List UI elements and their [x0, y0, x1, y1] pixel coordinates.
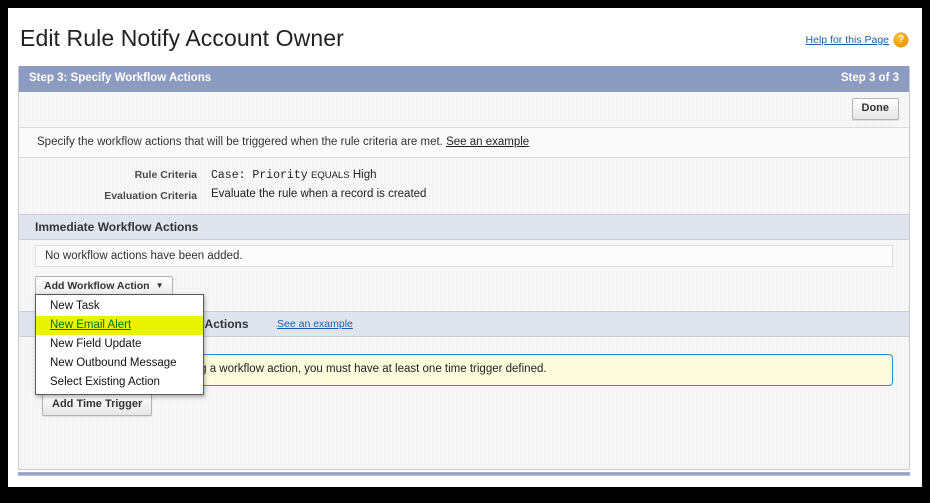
menu-item-new-task[interactable]: New Task	[36, 297, 203, 316]
evaluation-criteria-value: Evaluate the rule when a record is creat…	[211, 188, 427, 200]
evaluation-criteria-row: Evaluation Criteria Evaluate the rule wh…	[19, 187, 909, 208]
done-button[interactable]: Done	[851, 98, 899, 120]
salesforce-page: Edit Rule Notify Account Owner Help for …	[8, 8, 922, 487]
criteria-operator: EQUALS	[310, 170, 350, 181]
page-title: Edit Rule Notify Account Owner	[20, 25, 344, 51]
chevron-down-icon: ▼	[155, 281, 164, 290]
step-counter: Step 3 of 3	[840, 72, 899, 84]
instruction-row: Specify the workflow actions that will b…	[19, 127, 909, 158]
evaluation-criteria-label: Evaluation Criteria	[104, 190, 197, 202]
rule-criteria-value: Case: Priority EQUALS High	[211, 167, 377, 182]
step-title: Step 3: Specify Workflow Actions	[29, 72, 212, 84]
workflow-rule-panel: Step 3: Specify Workflow Actions Step 3 …	[18, 66, 910, 470]
see-an-example-link-time[interactable]: See an example	[277, 318, 353, 330]
help-for-this-page-link[interactable]: Help for this Page	[806, 34, 889, 46]
step-bar: Step 3: Specify Workflow Actions Step 3 …	[19, 66, 909, 92]
question-mark-icon[interactable]: ?	[894, 33, 908, 47]
add-time-trigger-button[interactable]: Add Time Trigger	[42, 394, 153, 416]
see-an-example-link-immediate[interactable]: See an example	[446, 136, 529, 148]
add-workflow-action-label: Add Workflow Action	[44, 280, 150, 292]
bottom-divider	[18, 472, 910, 476]
menu-item-new-field-update[interactable]: New Field Update	[36, 335, 203, 354]
menu-item-new-email-alert[interactable]: New Email Alert	[36, 316, 203, 335]
immediate-workflow-actions-header: Immediate Workflow Actions	[19, 214, 909, 240]
add-workflow-action-menu[interactable]: New Task New Email Alert New Field Updat…	[35, 294, 204, 395]
instruction-text-container: Specify the workflow actions that will b…	[37, 136, 529, 148]
rule-criteria-row: Rule Criteria Case: Priority EQUALS High	[19, 166, 909, 187]
criteria-object: Case:	[211, 169, 246, 182]
criteria-block: Rule Criteria Case: Priority EQUALS High…	[19, 158, 909, 214]
immediate-actions-empty-message: No workflow actions have been added.	[45, 250, 243, 262]
top-button-strip: Done	[19, 92, 909, 127]
criteria-value-text: High	[352, 169, 377, 181]
menu-item-select-existing-action[interactable]: Select Existing Action	[36, 373, 203, 392]
page-header: Edit Rule Notify Account Owner Help for …	[8, 8, 922, 64]
instruction-text: Specify the workflow actions that will b…	[37, 136, 443, 148]
screenshot-frame: Edit Rule Notify Account Owner Help for …	[0, 0, 930, 503]
criteria-field: Priority	[252, 169, 308, 182]
menu-item-new-outbound-message[interactable]: New Outbound Message	[36, 354, 203, 373]
immediate-section-title: Immediate Workflow Actions	[35, 220, 199, 234]
rule-criteria-label: Rule Criteria	[134, 169, 197, 181]
immediate-actions-empty-box: No workflow actions have been added.	[35, 245, 893, 267]
help-area: Help for this Page ?	[806, 33, 908, 47]
